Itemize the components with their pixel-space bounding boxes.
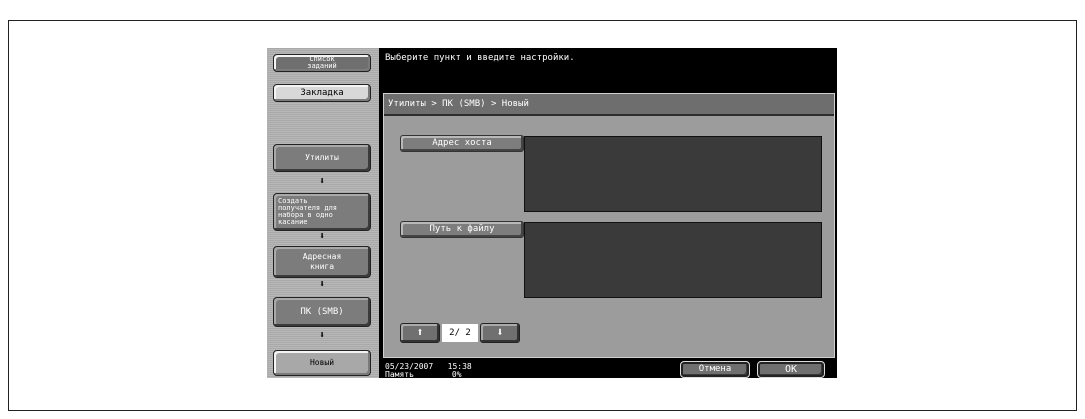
ok-button[interactable]: OK bbox=[757, 361, 825, 378]
nav-pc-smb-button[interactable]: ПК (SMB) bbox=[273, 297, 371, 327]
arrow-down-icon: ⬇ bbox=[496, 325, 504, 339]
file-path-button[interactable]: Путь к файлу bbox=[400, 221, 524, 238]
host-address-field[interactable] bbox=[524, 136, 822, 212]
breadcrumb: Утилиты > ПК (SMB) > Новый bbox=[384, 94, 834, 116]
nav-create-one-touch-button[interactable]: Создать получателя для набора в одно кас… bbox=[273, 193, 371, 231]
host-address-button[interactable]: Адрес хоста bbox=[400, 135, 524, 152]
main-panel: Утилиты > ПК (SMB) > Новый Адрес хоста П… bbox=[383, 93, 835, 358]
sidebar: Список заданий Закладка Утилиты ⬇ Создат… bbox=[267, 48, 379, 378]
nav-address-book-button[interactable]: Адресная книга bbox=[273, 246, 371, 278]
nav-new-label: Новый bbox=[309, 358, 335, 367]
page-up-button[interactable]: ⬆ bbox=[400, 323, 440, 343]
nav-new-button[interactable]: Новый bbox=[273, 350, 371, 376]
file-path-field[interactable] bbox=[524, 222, 822, 298]
cancel-button[interactable]: Отмена bbox=[680, 361, 750, 378]
nav-utilities-button[interactable]: Утилиты bbox=[273, 144, 371, 172]
host-address-label: Адрес хоста bbox=[432, 138, 492, 148]
memory-label: Память bbox=[385, 370, 414, 379]
nav-pc-smb-label: ПК (SMB) bbox=[300, 307, 344, 317]
memory-value: 0% bbox=[451, 370, 462, 379]
down-arrow-icon: ⬇ bbox=[318, 279, 326, 290]
nav-utilities-label: Утилиты bbox=[305, 153, 339, 162]
file-path-label: Путь к файлу bbox=[429, 224, 495, 234]
instruction-message: Выберите пункт и введите настройки. bbox=[385, 53, 575, 63]
job-list-label: Список заданий bbox=[307, 55, 337, 70]
job-list-button[interactable]: Список заданий bbox=[273, 54, 371, 72]
down-arrow-icon: ⬇ bbox=[318, 231, 326, 242]
page-down-button[interactable]: ⬇ bbox=[480, 323, 520, 343]
bookmark-button[interactable]: Закладка bbox=[273, 84, 371, 102]
bookmark-label: Закладка bbox=[300, 88, 344, 98]
settings-content: Адрес хоста Путь к файлу ⬆ 2/ 2 ⬇ bbox=[388, 118, 828, 345]
down-arrow-icon: ⬇ bbox=[318, 176, 326, 187]
nav-address-book-label: Адресная книга bbox=[302, 252, 342, 271]
status-memory: Память 0% bbox=[385, 370, 462, 379]
page-indicator: 2/ 2 bbox=[442, 324, 478, 342]
control-panel-screen: Список заданий Закладка Утилиты ⬇ Создат… bbox=[267, 48, 837, 379]
arrow-up-icon: ⬆ bbox=[416, 325, 424, 339]
down-arrow-icon: ⬇ bbox=[318, 330, 326, 341]
nav-create-one-touch-label: Создать получателя для набора в одно кас… bbox=[278, 197, 338, 226]
cancel-label: Отмена bbox=[698, 364, 732, 374]
ok-label: OK bbox=[784, 364, 798, 375]
